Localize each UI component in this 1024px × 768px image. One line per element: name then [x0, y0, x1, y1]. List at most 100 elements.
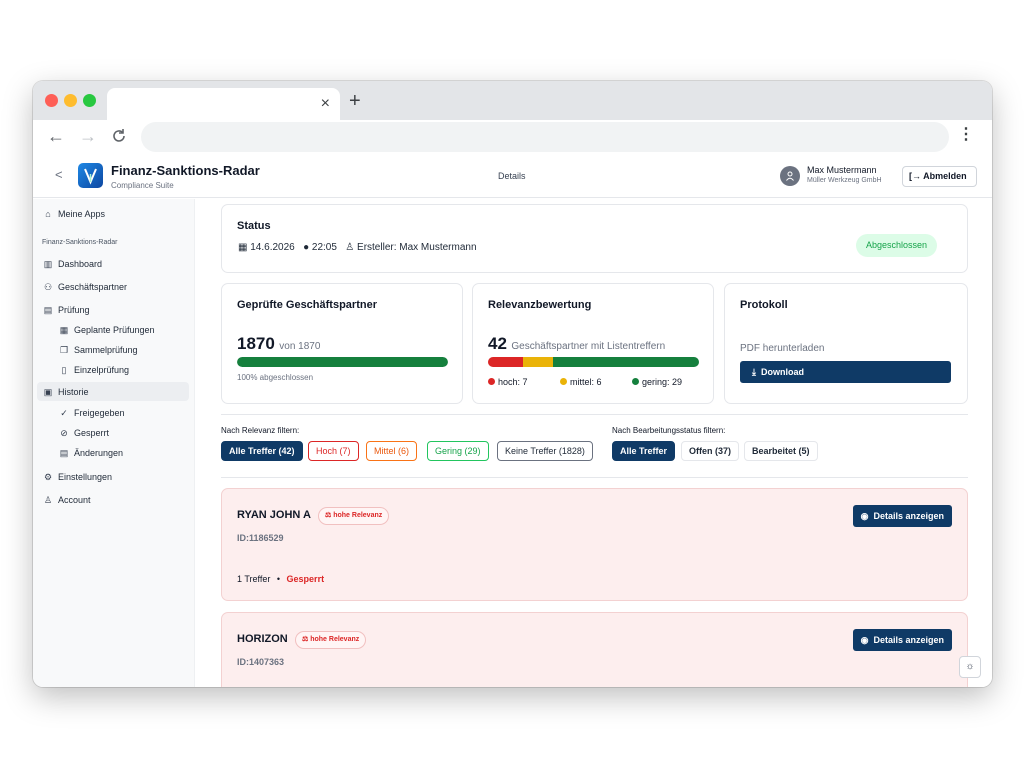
status-badge: Abgeschlossen: [855, 234, 937, 257]
filter-none[interactable]: Keine Treffer (1828): [497, 441, 593, 461]
relevance-title: Relevanzbewertung: [488, 299, 592, 311]
address-bar[interactable]: [141, 122, 949, 152]
checked-partners-card: Geprüfte Geschäftspartner 1870 von 1870 …: [221, 283, 463, 404]
checked-title: Geprüfte Geschäftspartner: [237, 299, 377, 311]
forward-icon[interactable]: →: [79, 125, 97, 147]
relevance-segment-high: [488, 357, 524, 367]
sidebar-item-label: Prüfung: [58, 305, 90, 315]
avatar[interactable]: [780, 166, 800, 186]
progress-bar: [237, 357, 448, 367]
sidebar-item-einstellungen[interactable]: ⚙ Einstellungen: [42, 472, 112, 483]
result-card: HORIZON ⚖ hohe Relevanz ID:1407363 ◉ Det…: [221, 612, 968, 687]
protocol-title: Protokoll: [740, 299, 788, 311]
ban-icon: ⊘: [60, 428, 68, 438]
download-button[interactable]: ⤓ Download: [740, 361, 951, 383]
sidebar-item-partners[interactable]: ⚇ Geschäftspartner: [42, 282, 127, 293]
sidebar-item-label: Historie: [58, 387, 89, 397]
logout-button[interactable]: [→ Abmelden: [902, 166, 977, 187]
theme-toggle-icon[interactable]: ☼: [959, 656, 981, 678]
user-name: Max Mustermann: [807, 165, 877, 175]
chart-icon: ▥: [43, 259, 53, 269]
divider: [221, 414, 968, 415]
details-label: Details anzeigen: [873, 511, 944, 521]
main-content: Status ▦ 14.6.2026 ● 22:05 ♙ Ersteller: …: [196, 199, 992, 687]
minimize-window-button[interactable]: [64, 94, 77, 107]
browser-window: × + ← → ⋮ < Finanz-Sanktions-Radar Compl…: [33, 81, 992, 687]
red-dot-icon: [488, 378, 495, 385]
maximize-window-button[interactable]: [83, 94, 96, 107]
sidebar-item-my-apps[interactable]: ⌂ Meine Apps: [42, 209, 105, 219]
browser-tab[interactable]: ×: [107, 88, 340, 120]
eye-icon: ◉: [860, 635, 869, 645]
result-footer: 1 Treffer • Gesperrt: [237, 574, 324, 584]
legend-medium: mittel: 6: [560, 377, 602, 387]
legend-high-label: hoch: 7: [498, 377, 528, 387]
sidebar-section-title: Finanz-Sanktions-Radar: [42, 239, 118, 246]
filter-low[interactable]: Gering (29): [427, 441, 489, 461]
filter-status-all[interactable]: Alle Treffer: [612, 441, 676, 461]
sidebar: ⌂ Meine Apps Finanz-Sanktions-Radar ▥ Dash…: [33, 199, 195, 687]
sidebar-item-label: Account: [58, 495, 91, 505]
separator: •: [276, 574, 281, 584]
progress-fill: [237, 357, 448, 367]
relevance-filter-label: Nach Relevanz filtern:: [221, 426, 300, 435]
sidebar-item-label: Geplante Prüfungen: [74, 325, 155, 335]
document-icon: ▤: [59, 448, 69, 458]
calendar-icon: ▦: [59, 325, 69, 335]
checked-of: von 1870: [279, 341, 321, 352]
details-label: Details anzeigen: [873, 635, 944, 645]
legend-low: gering: 29: [632, 377, 682, 387]
file-icon: ▯: [61, 365, 67, 375]
back-icon[interactable]: ←: [47, 125, 65, 147]
download-label: Download: [761, 367, 804, 377]
browser-menu-icon[interactable]: ⋮: [958, 126, 974, 144]
status-title: Status: [237, 220, 271, 232]
new-tab-button[interactable]: +: [349, 90, 361, 112]
sidebar-item-label: Änderungen: [74, 448, 124, 458]
sidebar-item-geplant[interactable]: ▦ Geplante Prüfungen: [58, 325, 155, 336]
protocol-card: Protokoll PDF herunterladen ⤓ Download: [724, 283, 968, 404]
filter-done[interactable]: Bearbeitet (5): [744, 441, 818, 461]
relevance-segment-medium: [523, 357, 554, 367]
details-button[interactable]: ◉ Details anzeigen: [852, 505, 952, 527]
filter-medium[interactable]: Mittel (6): [366, 441, 418, 461]
result-id: ID:1186529: [237, 533, 284, 543]
yellow-dot-icon: [560, 378, 567, 385]
sidebar-item-gesperrt[interactable]: ⊘ Gesperrt: [58, 428, 109, 439]
sidebar-item-pruefung[interactable]: ▤ Prüfung: [42, 305, 90, 316]
filter-open[interactable]: Offen (37): [681, 441, 740, 461]
sidebar-item-aenderungen[interactable]: ▤ Änderungen: [58, 448, 123, 459]
protocol-text: PDF herunterladen: [740, 343, 825, 354]
sidebar-item-dashboard[interactable]: ▥ Dashboard: [42, 259, 102, 270]
archive-icon: ▣: [43, 387, 53, 397]
user-icon: ♙: [43, 495, 53, 505]
close-tab-icon[interactable]: ×: [321, 94, 330, 114]
sidebar-item-einzel[interactable]: ▯ Einzelprüfung: [58, 365, 130, 376]
gear-icon: ⚙: [43, 472, 53, 482]
details-button[interactable]: ◉ Details anzeigen: [852, 629, 952, 651]
reload-icon[interactable]: [111, 125, 127, 149]
collapse-sidebar-icon[interactable]: <: [55, 167, 63, 182]
relevance-badge-label: hohe Relevanz: [333, 512, 383, 519]
status-card: Status ▦ 14.6.2026 ● 22:05 ♙ Ersteller: …: [221, 204, 968, 273]
sidebar-item-freigegeben[interactable]: ✓ Freigegeben: [58, 408, 124, 419]
sidebar-item-label: Einstellungen: [58, 472, 113, 482]
filter-all[interactable]: Alle Treffer (42): [221, 441, 303, 461]
sidebar-item-sammel[interactable]: ❐ Sammelprüfung: [58, 345, 138, 356]
sidebar-item-label: Meine Apps: [58, 209, 106, 219]
page-title: Details: [498, 171, 526, 181]
sidebar-item-historie[interactable]: ▣ Historie: [42, 387, 89, 398]
logout-label: Abmelden: [923, 171, 967, 181]
logout-icon: [→: [909, 171, 921, 181]
legend-low-label: gering: 29: [642, 377, 683, 387]
filter-high[interactable]: Hoch (7): [308, 441, 359, 461]
status-filter-label: Nach Bearbeitungsstatus filtern:: [612, 426, 726, 435]
clipboard-icon: ▤: [43, 305, 53, 315]
relevance-bar: [488, 357, 699, 367]
progress-text: 100% abgeschlossen: [237, 373, 314, 382]
app-logo: [78, 163, 103, 188]
sidebar-item-label: Dashboard: [58, 259, 103, 269]
close-window-button[interactable]: [45, 94, 58, 107]
sidebar-item-account[interactable]: ♙ Account: [42, 495, 91, 506]
home-icon: ⌂: [45, 209, 51, 219]
